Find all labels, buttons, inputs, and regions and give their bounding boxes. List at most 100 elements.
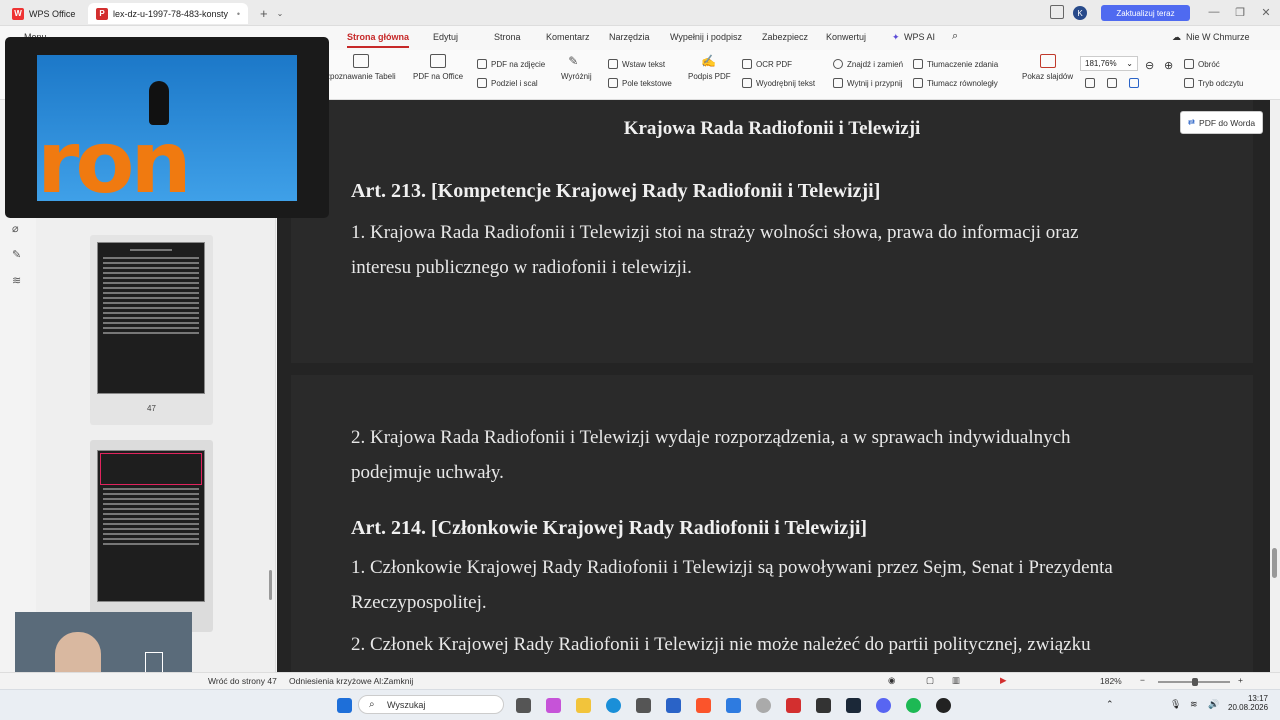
close-tab-icon[interactable]: • bbox=[237, 9, 240, 19]
store-icon[interactable] bbox=[636, 698, 651, 713]
terminal-icon[interactable] bbox=[816, 698, 831, 713]
tray-chevron-icon[interactable]: ⌃ bbox=[1106, 699, 1114, 710]
cut-icon bbox=[833, 78, 843, 88]
play-slideshow-icon[interactable]: ▶ bbox=[1000, 675, 1007, 686]
close-icon[interactable]: ✕ bbox=[1258, 4, 1274, 20]
spotify-icon[interactable] bbox=[906, 698, 921, 713]
ocr-pdf-button[interactable]: OCR PDF bbox=[742, 59, 792, 69]
read-mode-button[interactable]: Tryb odczytu bbox=[1184, 78, 1244, 88]
window-layout-icon[interactable] bbox=[1050, 5, 1064, 19]
double-page-icon[interactable]: ▥ bbox=[952, 675, 960, 686]
zoom-out-icon[interactable]: − bbox=[1140, 675, 1145, 685]
document-scrollbar[interactable] bbox=[1270, 100, 1280, 672]
cross-refs[interactable]: Odniesienia krzyżowe Al:Zamknij bbox=[289, 676, 413, 686]
tab-convert[interactable]: Konwertuj bbox=[826, 32, 866, 42]
pdf-to-office-button[interactable]: PDF na Office bbox=[413, 54, 463, 81]
text-fields-button[interactable]: Pole tekstowe bbox=[608, 78, 672, 88]
video-overlay[interactable]: ron bbox=[5, 37, 329, 218]
status-zoom[interactable]: 182% bbox=[1100, 676, 1122, 686]
thumbnail-scrollbar[interactable] bbox=[269, 570, 272, 600]
tab-edit[interactable]: Edytuj bbox=[433, 32, 458, 42]
table-recognition-button[interactable]: zpoznawanie Tabeli bbox=[326, 54, 396, 81]
translate-sentence-button[interactable]: Tłumaczenie zdania bbox=[913, 59, 998, 69]
zoom-slider-thumb[interactable] bbox=[1192, 678, 1198, 686]
extract-icon bbox=[742, 78, 752, 88]
tab-page[interactable]: Strona bbox=[494, 32, 521, 42]
tab-wps-ai[interactable]: WPS AI bbox=[904, 32, 935, 42]
zoom-out-icon[interactable]: ⊖ bbox=[1145, 59, 1154, 72]
file-explorer-icon[interactable] bbox=[576, 698, 591, 713]
new-tab-button[interactable]: + ⌄ bbox=[252, 3, 291, 24]
continuous-icon[interactable] bbox=[1129, 78, 1139, 88]
microphone-icon[interactable]: 🎙 bbox=[1170, 699, 1181, 710]
read-mode-icon bbox=[1184, 78, 1194, 88]
task-view-icon[interactable] bbox=[516, 698, 531, 713]
pdf-to-image-button[interactable]: PDF na zdjęcie bbox=[477, 59, 545, 69]
brave-icon[interactable] bbox=[696, 698, 711, 713]
cloud-icon[interactable]: ☁ bbox=[1172, 32, 1181, 43]
split-merge-button[interactable]: Podziel i scal bbox=[477, 78, 538, 88]
chevron-down-icon[interactable]: ⌄ bbox=[277, 9, 284, 18]
avatar[interactable]: K bbox=[1073, 6, 1087, 20]
rotate-button[interactable]: Obróć bbox=[1184, 59, 1220, 69]
page-thumbnail[interactable] bbox=[97, 242, 205, 394]
tab-home[interactable]: Strona główna bbox=[347, 32, 410, 48]
zoom-select[interactable]: 181,76% ⌄ bbox=[1080, 56, 1138, 71]
art214-p2-line1: 2. Członek Krajowej Rady Radiofonii i Te… bbox=[351, 634, 1091, 655]
steam-icon[interactable] bbox=[846, 698, 861, 713]
cloud-status[interactable]: Nie W Chmurze bbox=[1186, 32, 1250, 42]
fit-width-icon[interactable] bbox=[1085, 78, 1095, 88]
find-replace-button[interactable]: Znajdź i zamień bbox=[833, 59, 903, 69]
zoom-in-icon[interactable]: ⊕ bbox=[1164, 59, 1173, 72]
highlight-button[interactable]: ✎ Wyróżnij bbox=[561, 54, 592, 81]
zoom-slider[interactable] bbox=[1158, 678, 1230, 686]
parallel-translate-icon bbox=[913, 78, 923, 88]
page-number: 47 bbox=[147, 404, 156, 413]
highlighter-icon: ✎ bbox=[568, 54, 579, 68]
discord-icon[interactable] bbox=[876, 698, 891, 713]
wps-icon[interactable] bbox=[786, 698, 801, 713]
eye-icon[interactable]: ◉ bbox=[888, 675, 895, 686]
sign-pdf-button[interactable]: ✍ Podpis PDF bbox=[688, 54, 731, 81]
search-icon: ⌕ bbox=[369, 699, 375, 710]
wifi-icon[interactable]: ≋ bbox=[1190, 699, 1198, 710]
text-insert-icon bbox=[608, 59, 618, 69]
find-replace-label: Znajdź i zamień bbox=[847, 59, 904, 69]
minimize-icon[interactable]: — bbox=[1206, 4, 1222, 20]
edge-icon[interactable] bbox=[606, 698, 621, 713]
signature-panel-icon[interactable]: ✎ bbox=[12, 248, 21, 261]
cut-paste-button[interactable]: Wytnij i przypnij bbox=[833, 78, 903, 88]
fit-page-icon[interactable] bbox=[1107, 78, 1117, 88]
pdf-to-word-button[interactable]: ⇄ PDF do Worda bbox=[1180, 111, 1263, 134]
tab-tools[interactable]: Narzędzia bbox=[609, 32, 650, 42]
search-icon[interactable]: ⌕ bbox=[952, 30, 958, 43]
obs-icon[interactable] bbox=[756, 698, 771, 713]
document-tab[interactable]: P lex-dz-u-1997-78-483-konsty • bbox=[88, 3, 248, 24]
restore-icon[interactable]: ❐ bbox=[1232, 4, 1248, 20]
upgrade-button[interactable]: Zaktualizuj teraz bbox=[1101, 5, 1190, 21]
app-icon[interactable] bbox=[726, 698, 741, 713]
taskbar-search[interactable]: ⌕ Wyszukaj bbox=[358, 695, 504, 714]
scroll-thumb[interactable] bbox=[1272, 548, 1277, 578]
windows-start-icon[interactable] bbox=[337, 698, 352, 713]
zoom-in-icon[interactable]: + bbox=[1238, 675, 1243, 685]
copilot-icon[interactable] bbox=[546, 698, 561, 713]
back-to-page-link[interactable]: Wróć do strony 47 bbox=[208, 676, 277, 686]
insert-text-button[interactable]: Wstaw tekst bbox=[608, 59, 665, 69]
media-player-icon[interactable] bbox=[936, 698, 951, 713]
volume-icon[interactable]: 🔊 bbox=[1208, 699, 1219, 710]
tab-protect[interactable]: Zabezpiecz bbox=[762, 32, 808, 42]
wps-ai-icon[interactable]: ✦ bbox=[892, 32, 900, 43]
tab-fill-sign[interactable]: Wypełnij i podpisz bbox=[670, 32, 742, 42]
layers-icon[interactable]: ≋ bbox=[12, 274, 21, 287]
attachment-icon[interactable]: ⌀ bbox=[12, 222, 19, 235]
single-page-icon[interactable]: ▢ bbox=[926, 675, 934, 686]
clock[interactable]: 13:17 20.08.2026 bbox=[1228, 694, 1268, 712]
tab-comment[interactable]: Komentarz bbox=[546, 32, 590, 42]
outlook-icon[interactable] bbox=[666, 698, 681, 713]
slideshow-button[interactable]: Pokaz slajdów bbox=[1022, 54, 1073, 81]
page-thumbnail-current[interactable] bbox=[97, 450, 205, 602]
parallel-translate-button[interactable]: Tłumacz równoległy bbox=[913, 78, 998, 88]
extract-text-button[interactable]: Wyodrębnij tekst bbox=[742, 78, 815, 88]
wps-home-tab[interactable]: W WPS Office bbox=[4, 3, 83, 24]
